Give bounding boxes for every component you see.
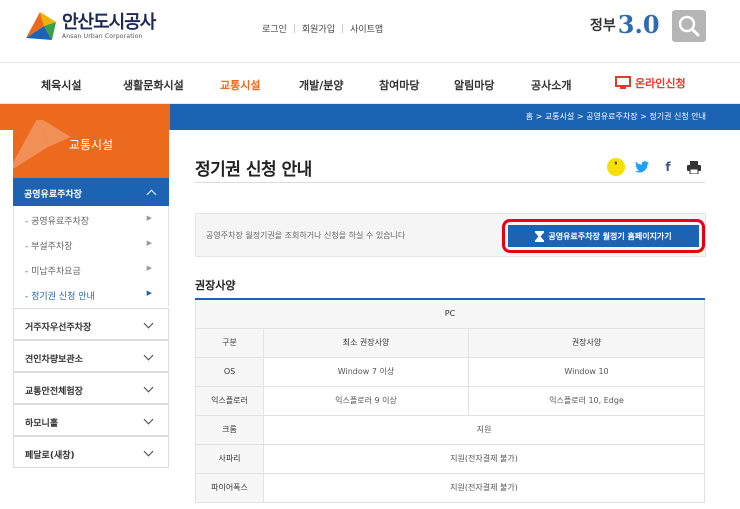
gov-text: 정부 bbox=[590, 17, 616, 34]
sidebar-subitem-attached-parking[interactable]: - 부설주차장 ▶ bbox=[14, 231, 168, 256]
sidebar-subitem-season-ticket[interactable]: - 정기권 신청 안내 ▶ bbox=[14, 281, 168, 306]
logo-subtitle: Ansan Urban Corporation bbox=[62, 32, 143, 40]
nav-online-apply[interactable]: 온라인신청 bbox=[615, 75, 686, 91]
chevron-down-icon bbox=[143, 446, 154, 457]
nav-about[interactable]: 공사소개 bbox=[531, 77, 571, 93]
logo-mark-icon bbox=[22, 8, 58, 44]
chevron-down-icon bbox=[143, 350, 154, 361]
divider bbox=[195, 182, 705, 183]
column-header: 최소 권장사양 bbox=[263, 327, 469, 358]
twitter-share-icon[interactable] bbox=[633, 158, 651, 176]
sidebar-item-label: 교통안전체험장 bbox=[25, 387, 83, 397]
row-label: 사파리 bbox=[195, 443, 264, 474]
chevron-up-icon bbox=[146, 189, 157, 200]
sidebar-item-label: 공영유료주차장 bbox=[24, 190, 82, 200]
nav-notice[interactable]: 알림마당 bbox=[454, 77, 494, 93]
row-label: 익스플로러 bbox=[195, 385, 264, 416]
breadcrumb[interactable]: 홈 > 교통시설 > 공영유료주차장 > 정기권 신청 안내 bbox=[526, 111, 706, 122]
column-header: 구분 bbox=[195, 327, 264, 358]
chevron-right-icon: ▶ bbox=[146, 239, 152, 247]
sidebar-item-label: 견인차량보관소 bbox=[25, 355, 83, 365]
kakaostory-share-icon[interactable]: ❜ bbox=[607, 158, 625, 176]
gov-number: 3.0 bbox=[617, 10, 660, 39]
sidebar-item-resident-parking[interactable]: 거주자우선주차장 bbox=[13, 308, 169, 340]
table-cell: Window 10 bbox=[468, 356, 705, 387]
sidebar-submenu: - 공영유료주차장 ▶ - 부설주차장 ▶ - 미납주차요금 ▶ - 정기권 신… bbox=[13, 206, 169, 306]
table-cell: 지원(전자결제 불가) bbox=[263, 472, 705, 503]
logo-name: 안산도시공사 bbox=[62, 11, 156, 33]
table-cell: 익스플로러 10, Edge bbox=[468, 385, 705, 416]
nav-culture[interactable]: 생활문화시설 bbox=[123, 77, 184, 93]
table-row: 파이어폭스 지원(전자결제 불가) bbox=[195, 472, 705, 503]
nav-sports[interactable]: 체육시설 bbox=[41, 77, 81, 93]
site-logo[interactable]: 안산도시공사 Ansan Urban Corporation bbox=[22, 8, 156, 44]
table-cell: 지원(전자결제 불가) bbox=[263, 443, 705, 474]
decorative-logo-icon bbox=[13, 120, 71, 169]
table-cell: 지원 bbox=[263, 414, 705, 445]
row-label: OS bbox=[195, 356, 264, 387]
divider: | bbox=[341, 23, 345, 34]
subitem-label: - 부설주차장 bbox=[25, 242, 73, 252]
divider: | bbox=[292, 23, 296, 34]
facebook-share-icon[interactable]: f bbox=[659, 158, 677, 176]
table-row: 크롬 지원 bbox=[195, 414, 705, 445]
column-header: 권장사양 bbox=[468, 327, 705, 358]
nav-development[interactable]: 개발/분양 bbox=[299, 77, 344, 93]
sidebar-title-text: 교통시설 bbox=[68, 138, 114, 152]
section-title: 권장사양 bbox=[195, 279, 236, 292]
sidebar-subitem-public-parking[interactable]: - 공영유료주차장 ▶ bbox=[14, 206, 168, 231]
table-row: 익스플로러 익스플로러 9 이상 익스플로러 10, Edge bbox=[195, 385, 705, 416]
hourglass-icon bbox=[535, 230, 545, 242]
header: 안산도시공사 Ansan Urban Corporation 로그인 | 회원가… bbox=[0, 0, 740, 60]
sidebar-item-safety-experience[interactable]: 교통안전체험장 bbox=[13, 372, 169, 404]
gov-3-logo[interactable]: 정부 3.0 bbox=[590, 10, 660, 39]
table-caption: PC bbox=[195, 298, 705, 329]
table-cell: Window 7 이상 bbox=[263, 356, 469, 387]
chevron-right-icon: ▶ bbox=[146, 214, 152, 222]
online-apply-label: 온라인신청 bbox=[635, 77, 686, 90]
subitem-label: - 공영유료주차장 bbox=[25, 217, 90, 227]
sidebar-item-tow-storage[interactable]: 견인차량보관소 bbox=[13, 340, 169, 372]
sidebar-item-pedalo[interactable]: 페달로(새창) bbox=[13, 436, 169, 468]
page-title: 정기권 신청 안내 bbox=[195, 160, 312, 180]
chevron-down-icon bbox=[143, 382, 154, 393]
table-row: 사파리 지원(전자결제 불가) bbox=[195, 443, 705, 474]
search-icon bbox=[678, 15, 700, 37]
table-row: OS Window 7 이상 Window 10 bbox=[195, 356, 705, 387]
sitemap-link[interactable]: 사이트맵 bbox=[350, 22, 383, 35]
sidebar-item-label: 하모니홀 bbox=[25, 419, 59, 429]
subitem-label: - 미납주차요금 bbox=[25, 267, 81, 277]
chevron-down-icon bbox=[143, 318, 154, 329]
nav-traffic[interactable]: 교통시설 bbox=[220, 77, 260, 93]
notice-text: 공영주차장 월정기권을 조회하거나 신청을 하실 수 있습니다 bbox=[206, 231, 406, 240]
main-navigation: 체육시설 생활문화시설 교통시설 개발/분양 참여마당 알림마당 공사소개 온라… bbox=[0, 62, 740, 104]
utility-links: 로그인 | 회원가입 | 사이트맵 bbox=[262, 22, 383, 36]
login-link[interactable]: 로그인 bbox=[262, 22, 287, 35]
row-label: 파이어폭스 bbox=[195, 472, 264, 503]
sidebar-item-parking[interactable]: 공영유료주차장 bbox=[13, 178, 169, 206]
go-season-ticket-site-button[interactable]: 공영유료주차장 월정기 홈페이지가기 bbox=[502, 219, 705, 253]
sidebar-item-harmony-hall[interactable]: 하모니홀 bbox=[13, 404, 169, 436]
go-button-label: 공영유료주차장 월정기 홈페이지가기 bbox=[548, 231, 672, 241]
subitem-label: - 정기권 신청 안내 bbox=[25, 292, 95, 302]
chevron-right-icon: ▶ bbox=[146, 264, 152, 272]
signup-link[interactable]: 회원가입 bbox=[302, 22, 335, 35]
table-cell: 익스플로러 9 이상 bbox=[263, 385, 469, 416]
row-label: 크롬 bbox=[195, 414, 264, 445]
sidebar-title: 교통시설 bbox=[13, 120, 169, 178]
sidebar-subitem-unpaid-fee[interactable]: - 미납주차요금 ▶ bbox=[14, 256, 168, 281]
sidebar-item-label: 거주자우선주차장 bbox=[25, 323, 92, 333]
search-button[interactable] bbox=[672, 10, 706, 42]
nav-participation[interactable]: 참여마당 bbox=[379, 77, 419, 93]
sidebar-item-label: 페달로(새창) bbox=[25, 451, 75, 461]
monitor-icon bbox=[615, 76, 631, 89]
notice-box: 공영주차장 월정기권을 조회하거나 신청을 하실 수 있습니다 공영유료주차장 … bbox=[195, 213, 706, 257]
spec-table: PC 구분 최소 권장사양 권장사양 OS Window 7 이상 Window… bbox=[195, 298, 705, 503]
chevron-right-icon: ▶ bbox=[146, 289, 152, 297]
chevron-down-icon bbox=[143, 414, 154, 425]
print-icon[interactable] bbox=[685, 158, 703, 176]
